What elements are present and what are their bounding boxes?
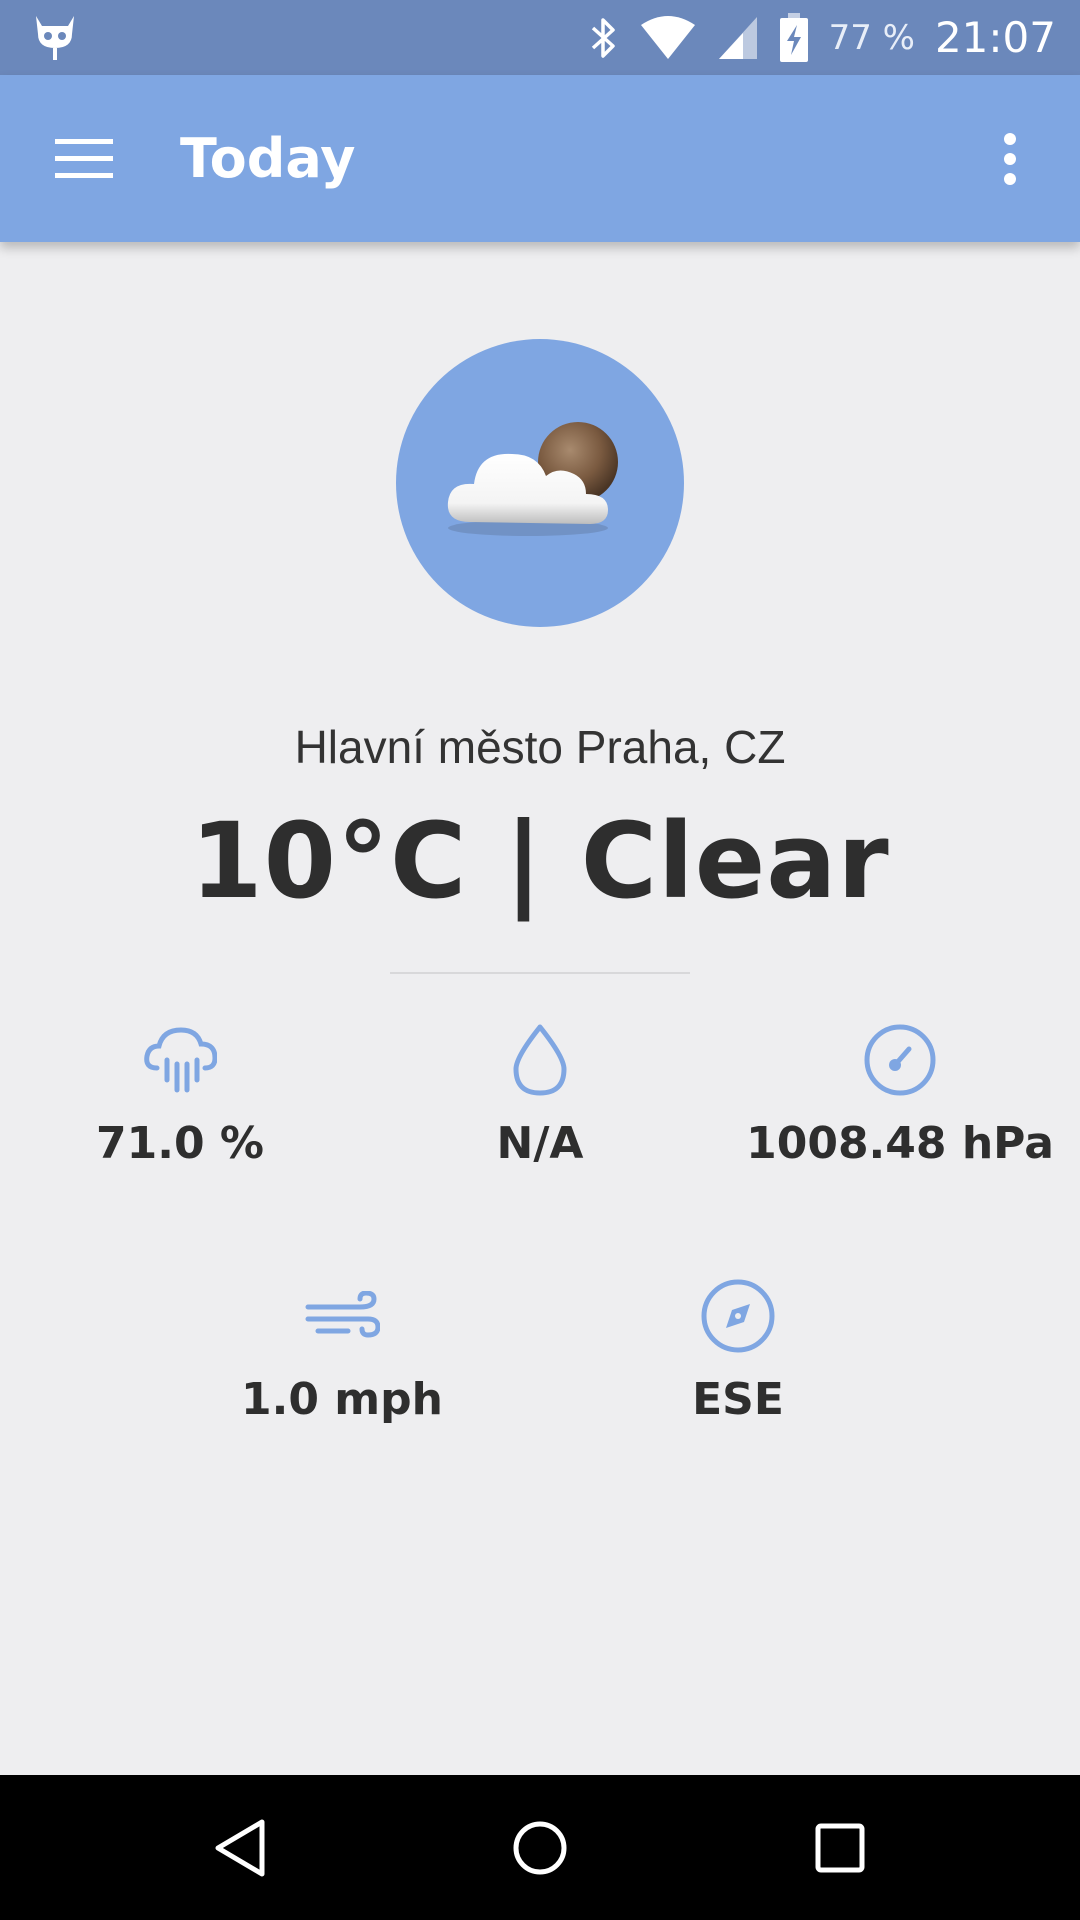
- water-drop-icon: [360, 1020, 720, 1100]
- system-nav-bar: [0, 1775, 1080, 1920]
- location-label: Hlavní město Praha, CZ: [294, 721, 786, 773]
- hamburger-menu-icon[interactable]: [40, 119, 128, 199]
- humidity-value: 71.0 %: [96, 1118, 264, 1169]
- cloud-moon-icon: [447, 422, 618, 536]
- battery-charging-icon: [779, 12, 809, 63]
- compass-icon: [558, 1276, 918, 1356]
- more-vert-icon[interactable]: [970, 119, 1050, 199]
- signal-icon: [717, 15, 759, 61]
- precipitation-value: N/A: [496, 1118, 584, 1169]
- battery-percent: 77 %: [828, 17, 915, 58]
- wifi-icon: [639, 15, 697, 61]
- gauge-icon: [720, 1020, 1080, 1100]
- weather-screen: 77 % 21:07 Today Hlavní město Praha, CZ …: [0, 0, 1080, 1920]
- precipitation-stat: N/A: [360, 1020, 720, 1169]
- cyanogen-bugdroid-icon: [30, 12, 80, 64]
- home-icon[interactable]: [460, 1775, 620, 1920]
- bluetooth-icon: [589, 16, 619, 60]
- humidity-stat: 71.0 %: [0, 1020, 360, 1169]
- pressure-stat: 1008.48 hPa: [720, 1020, 1080, 1169]
- app-toolbar: Today: [0, 75, 1080, 242]
- pressure-value: 1008.48 hPa: [746, 1118, 1054, 1169]
- status-bar: 77 % 21:07: [0, 0, 1080, 75]
- divider: [390, 972, 690, 974]
- rain-cloud-icon: [0, 1020, 360, 1100]
- page-title: Today: [180, 127, 356, 190]
- wind-direction-stat: ESE: [558, 1276, 918, 1425]
- recents-icon[interactable]: [760, 1775, 920, 1920]
- wind-speed-value: 1.0 mph: [241, 1374, 443, 1425]
- wind-icon: [162, 1276, 522, 1356]
- wind-direction-value: ESE: [692, 1374, 784, 1425]
- temperature-condition: 10°C | Clear: [190, 800, 890, 922]
- back-icon[interactable]: [160, 1775, 320, 1920]
- wind-speed-stat: 1.0 mph: [162, 1276, 522, 1425]
- clock-time: 21:07: [934, 13, 1056, 62]
- weather-condition-badge: [396, 339, 684, 627]
